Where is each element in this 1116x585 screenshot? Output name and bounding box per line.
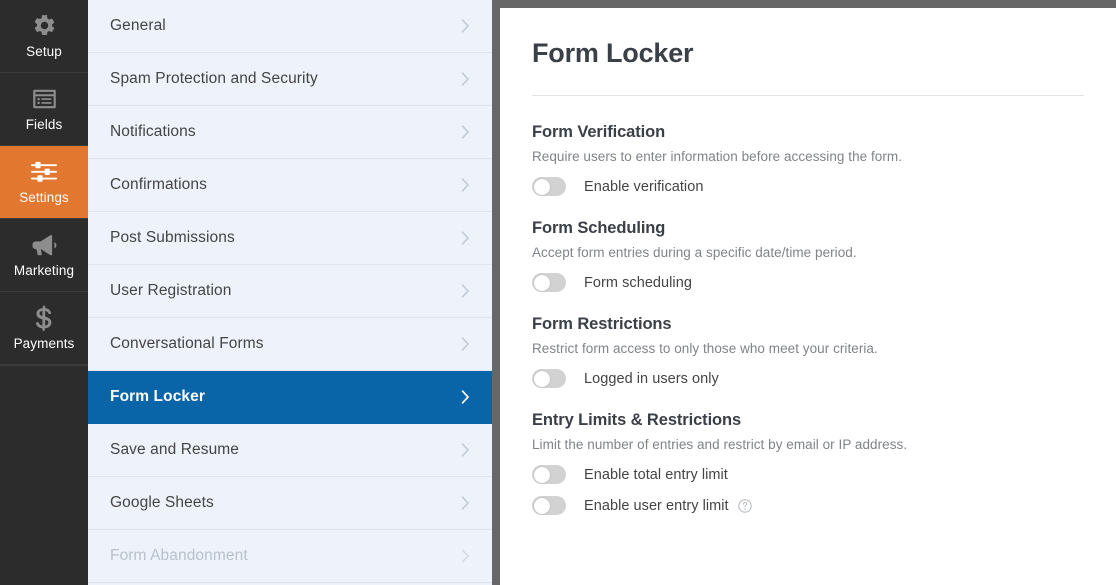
settings-menu-item-conversational-forms[interactable]: Conversational Forms xyxy=(88,318,492,371)
settings-menu-item-label: Form Abandonment xyxy=(110,547,248,564)
chevron-right-icon xyxy=(461,549,470,563)
chevron-right-icon xyxy=(461,19,470,33)
section-title: Form Restrictions xyxy=(532,315,672,333)
settings-menu-item-label: General xyxy=(110,17,166,34)
builder-nav-rail: Setup Fields Settings Marketing Payments xyxy=(0,0,88,585)
content-panel: Form Locker Form Verification Require use… xyxy=(500,8,1116,585)
section-description: Accept form entries during a specific da… xyxy=(532,245,857,260)
chevron-right-icon xyxy=(461,72,470,86)
rail-item-label: Settings xyxy=(19,189,69,205)
chevron-right-icon xyxy=(461,443,470,457)
settings-menu-item-user-registration[interactable]: User Registration xyxy=(88,265,492,318)
section-form-scheduling: Form Scheduling Accept form entries durin… xyxy=(532,219,1084,292)
dollar-icon xyxy=(35,305,53,331)
sliders-icon xyxy=(30,159,58,185)
settings-menu-item-label: Confirmations xyxy=(110,176,207,193)
rail-item-label: Marketing xyxy=(13,262,75,278)
section-title: Entry Limits & Restrictions xyxy=(532,411,742,429)
rail-item-label: Payments xyxy=(13,335,75,351)
chevron-right-icon xyxy=(461,125,470,139)
megaphone-icon xyxy=(31,232,57,258)
settings-menu-item-label: Save and Resume xyxy=(110,441,240,458)
toggle-label: Enable user entry limit xyxy=(584,497,729,514)
gear-icon xyxy=(32,13,57,39)
settings-menu-item-label: Post Submissions xyxy=(110,229,235,246)
toggle-row-form-scheduling: Form scheduling xyxy=(532,273,1084,292)
section-description: Restrict form access to only those who m… xyxy=(532,341,878,356)
chevron-right-icon xyxy=(461,390,470,404)
section-entry-limits-restrictions: Entry Limits & Restrictions Limit the num… xyxy=(532,411,1084,515)
settings-sections: Form Verification Require users to enter … xyxy=(532,123,1084,515)
chevron-right-icon xyxy=(461,231,470,245)
settings-menu-item-general[interactable]: General xyxy=(88,0,492,53)
toggle-label: Logged in users only xyxy=(584,370,719,387)
settings-menu-item-label: User Registration xyxy=(110,282,232,299)
toggle-logged-in-users-only[interactable] xyxy=(532,369,566,388)
toggle-form-scheduling[interactable] xyxy=(532,273,566,292)
settings-menu-item-label: Form Locker xyxy=(110,388,205,405)
settings-menu-item-label: Spam Protection and Security xyxy=(110,70,318,87)
rail-item-setup[interactable]: Setup xyxy=(0,0,88,73)
settings-menu-item-post-submissions[interactable]: Post Submissions xyxy=(88,212,492,265)
section-description: Require users to enter information befor… xyxy=(532,149,902,164)
toggle-enable-verification[interactable] xyxy=(532,177,566,196)
title-divider xyxy=(532,95,1084,96)
rail-item-list: Setup Fields Settings Marketing Payments xyxy=(0,0,88,365)
toggle-label: Enable verification xyxy=(584,178,704,195)
toggle-row-logged-in-users-only: Logged in users only xyxy=(532,369,1084,388)
settings-menu-list: General Spam Protection and Security Notif… xyxy=(88,0,492,583)
toggle-row-enable-total-entry-limit: Enable total entry limit xyxy=(532,465,1084,484)
settings-menu-item-label: Google Sheets xyxy=(110,494,214,511)
toggle-label: Form scheduling xyxy=(584,274,692,291)
form-builder-window: Setup Fields Settings Marketing Payments Gen… xyxy=(0,0,1116,585)
settings-menu-item-form-locker[interactable]: Form Locker xyxy=(88,371,492,424)
settings-menu-item-label: Conversational Forms xyxy=(110,335,264,352)
chevron-right-icon xyxy=(461,496,470,510)
chevron-right-icon xyxy=(461,337,470,351)
section-form-verification: Form Verification Require users to enter … xyxy=(532,123,1084,196)
section-title: Form Scheduling xyxy=(532,219,666,237)
section-title: Form Verification xyxy=(532,123,666,141)
rail-item-payments[interactable]: Payments xyxy=(0,292,88,365)
rail-filler xyxy=(0,365,88,585)
rail-item-marketing[interactable]: Marketing xyxy=(0,219,88,292)
toggle-row-enable-user-entry-limit: Enable user entry limit xyxy=(532,496,1084,515)
settings-menu-item-google-sheets[interactable]: Google Sheets xyxy=(88,477,492,530)
toggle-row-enable-verification: Enable verification xyxy=(532,177,1084,196)
help-circle-icon[interactable] xyxy=(737,498,752,513)
content-panel-frame: Form Locker Form Verification Require use… xyxy=(492,0,1116,585)
settings-menu-item-label: Notifications xyxy=(110,123,196,140)
page-title: Form Locker xyxy=(532,38,694,68)
settings-menu-item-spam-protection-and-security[interactable]: Spam Protection and Security xyxy=(88,53,492,106)
settings-menu-item-form-abandonment: Form Abandonment xyxy=(88,530,492,583)
section-description: Limit the number of entries and restrict… xyxy=(532,437,908,452)
chevron-right-icon xyxy=(461,284,470,298)
settings-menu-panel: General Spam Protection and Security Notif… xyxy=(88,0,492,585)
toggle-label: Enable total entry limit xyxy=(584,466,728,483)
rail-item-fields[interactable]: Fields xyxy=(0,73,88,146)
settings-menu-item-notifications[interactable]: Notifications xyxy=(88,106,492,159)
rail-item-settings[interactable]: Settings xyxy=(0,146,88,219)
form-list-icon xyxy=(32,86,57,112)
toggle-enable-total-entry-limit[interactable] xyxy=(532,465,566,484)
chevron-right-icon xyxy=(461,178,470,192)
rail-item-label: Setup xyxy=(26,43,62,59)
section-form-restrictions: Form Restrictions Restrict form access to… xyxy=(532,315,1084,388)
settings-menu-item-confirmations[interactable]: Confirmations xyxy=(88,159,492,212)
settings-menu-item-save-and-resume[interactable]: Save and Resume xyxy=(88,424,492,477)
toggle-enable-user-entry-limit[interactable] xyxy=(532,496,566,515)
rail-item-label: Fields xyxy=(25,116,63,132)
